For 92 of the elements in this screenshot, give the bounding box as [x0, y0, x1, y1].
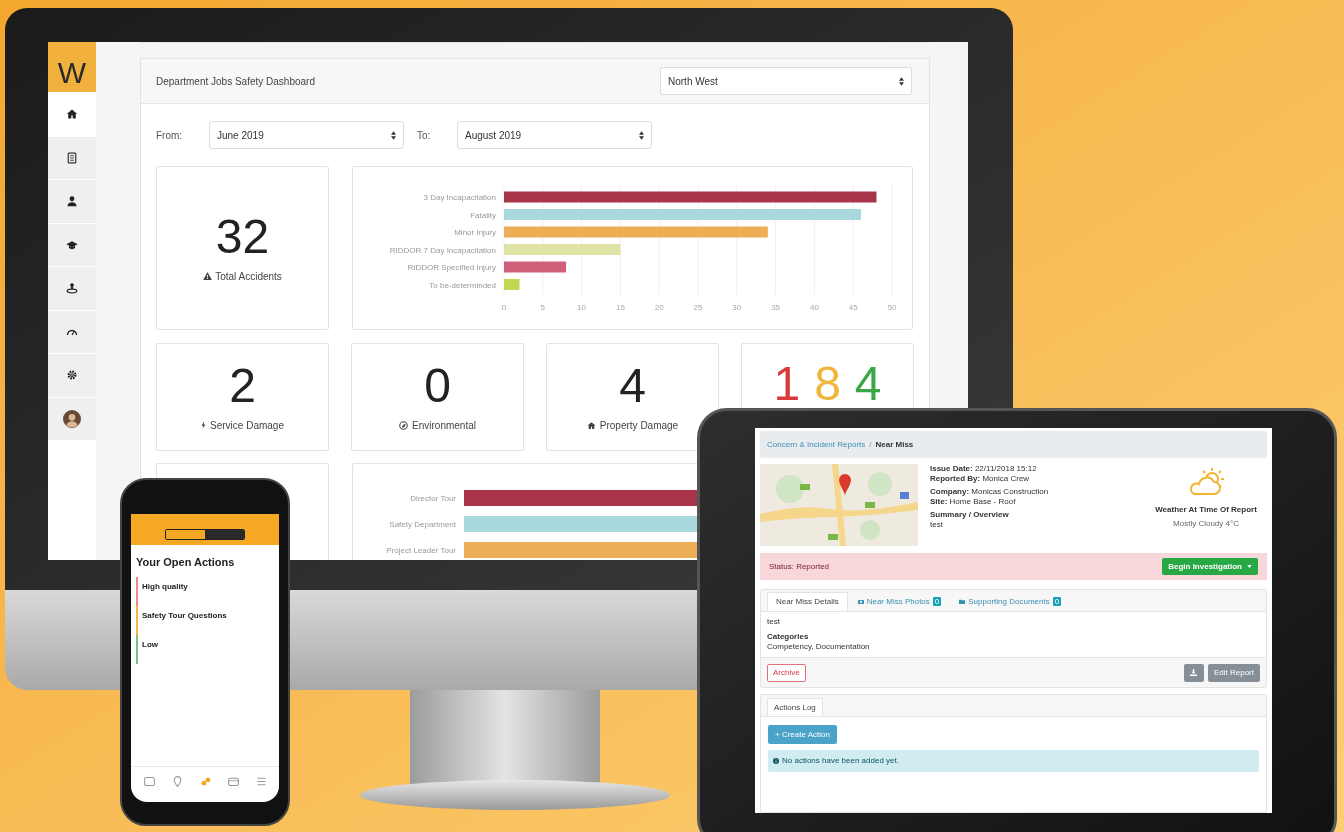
count-badge: 0: [1052, 597, 1062, 606]
stat-value: 0: [424, 361, 451, 410]
alert-text: No actions have been added yet.: [782, 755, 899, 767]
summary-label: Summary / Overview: [930, 510, 1010, 520]
stat-label: Total Accidents: [215, 269, 282, 284]
axis-tick-label: 0: [501, 303, 507, 312]
axis-category-label: Fatality: [470, 210, 496, 220]
detail-text: Reported By: Monica Crew: [930, 473, 1031, 483]
detail-text: Site: Home Base - Roof: [930, 496, 1017, 506]
caret-icon: [1247, 565, 1252, 568]
status-text: Status: Reported: [769, 560, 830, 573]
axis-tick-label: 35: [771, 303, 781, 312]
lightning-icon: [201, 421, 207, 429]
download-icon: [1190, 669, 1198, 676]
screen-title: Your Open Actions: [135, 555, 236, 570]
to-label: To:: [416, 128, 432, 143]
weather-reading: Mostly Cloudy 4°C: [1173, 518, 1239, 530]
axis-category-label: Minor Injury: [454, 228, 496, 237]
home-icon: [586, 420, 596, 430]
stat-value: 4: [619, 361, 646, 410]
from-label: From:: [156, 128, 184, 143]
count-badge: 0: [932, 597, 942, 606]
stat-value: 2: [229, 361, 256, 410]
info-icon: [773, 758, 779, 764]
updown-icon: [899, 76, 904, 86]
select-field[interactable]: June 2019: [209, 121, 404, 149]
axis-tick-label: 30: [732, 303, 742, 312]
select-field[interactable]: North West: [660, 67, 912, 95]
segmented-control[interactable]: [165, 529, 245, 540]
axis-tick-label: 15: [615, 303, 625, 312]
summary-text: test: [930, 519, 944, 529]
warning-icon: [203, 272, 213, 280]
menu-icon: [254, 775, 268, 788]
chart-bar: [504, 279, 520, 290]
tab[interactable]: Near Miss Photos 0: [849, 592, 950, 611]
action-row[interactable]: Safety Tour Questions: [136, 605, 279, 635]
person-icon: [66, 195, 78, 208]
breadcrumb-separator: /: [869, 438, 872, 451]
sidebar-item[interactable]: [48, 397, 96, 440]
axis-tick-label: 40: [809, 303, 819, 312]
chart-bar: [504, 261, 567, 273]
axis-category-label: To be-determinded: [429, 280, 496, 290]
action-title: Safety Tour Questions: [142, 609, 227, 622]
weather-title: Weather At Time Of Report: [1155, 504, 1257, 516]
tab[interactable]: Actions Log: [767, 698, 823, 716]
tab[interactable]: Near Miss Details: [767, 592, 848, 611]
axis-category-label: Safety Department: [389, 520, 456, 529]
axis-tick-label: 20: [654, 303, 664, 312]
document-icon: [66, 151, 78, 164]
square-icon: [142, 775, 156, 788]
score-value: 1: [773, 360, 801, 400]
home-icon: [66, 108, 78, 121]
score-value: 4: [854, 360, 882, 400]
stat-label: Property Damage: [599, 418, 679, 433]
stat-label: Environmental: [412, 418, 476, 433]
detail-text: Company: Monicas Construction: [930, 487, 1050, 497]
axis-category-label: RIDDOR 7 Day Incapacitation: [389, 245, 496, 255]
axis-category-label: RIDDOR Specified Injury: [407, 263, 496, 272]
app-logo: W: [48, 42, 96, 92]
updown-icon: [391, 130, 396, 140]
action-title: Low: [142, 638, 158, 651]
axis-tick-label: 5: [540, 303, 546, 312]
breadcrumb-current: Near Miss: [875, 438, 914, 451]
download-button[interactable]: [1183, 663, 1204, 682]
sidebar-item[interactable]: [48, 180, 96, 223]
categories-text: Competency, Documentation: [767, 642, 871, 652]
detail-text: Issue Date: 22/11/2018 15:12: [930, 464, 1038, 474]
stat-label: Service Damage: [210, 418, 284, 433]
avatar-icon: [63, 409, 81, 428]
tab[interactable]: Supporting Documents 0: [951, 592, 1070, 611]
axis-tick-label: 45: [848, 303, 858, 312]
updown-icon: [639, 130, 644, 140]
camera-icon: [857, 599, 864, 604]
axis-tick-label: 50: [887, 303, 897, 312]
select-field[interactable]: August 2019: [457, 121, 652, 149]
score-value: 8: [814, 360, 841, 400]
axis-tick-label: 25: [693, 303, 703, 312]
axis-category-label: 3 Day Incapacitation: [423, 193, 496, 202]
folder-icon: [959, 599, 966, 604]
body-text: test: [767, 617, 781, 627]
axis-category-label: Project Leader Tour: [386, 546, 456, 555]
action-title: High quality: [142, 580, 188, 593]
calendar-icon: [226, 775, 240, 788]
axis-category-label: Director Tour: [410, 494, 456, 503]
axis-tick-label: 10: [577, 303, 587, 312]
action-row[interactable]: High quality: [136, 576, 279, 606]
archive-button[interactable]: Archive: [767, 663, 806, 682]
stat-value: 32: [215, 212, 270, 261]
categories-label: Categories: [767, 632, 810, 642]
panel-title: Department Jobs Safety Dashboard: [156, 74, 315, 89]
sidebar-item[interactable]: [48, 223, 96, 266]
action-row[interactable]: Low: [136, 634, 279, 664]
